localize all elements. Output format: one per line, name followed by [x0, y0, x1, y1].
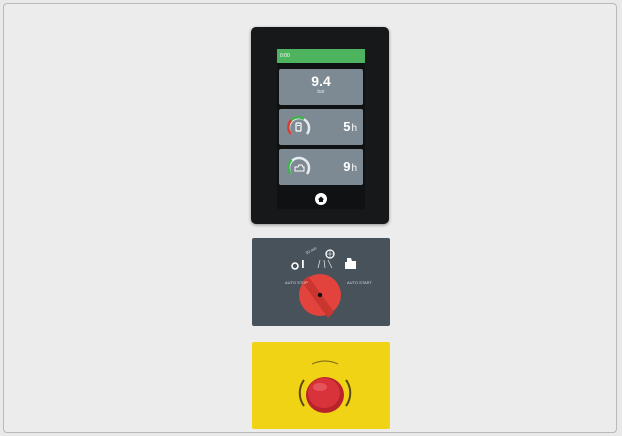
pressure-unit: bar	[317, 89, 325, 95]
home-icon	[315, 193, 327, 205]
emergency-stop-graphic	[298, 360, 352, 413]
emergency-stop-button	[308, 378, 340, 408]
off-icon	[291, 262, 299, 270]
status-bar: 0:00	[277, 49, 365, 63]
service-gauge-icon	[287, 156, 311, 175]
service-tile[interactable]: 9h	[279, 149, 363, 185]
engine-icon	[345, 258, 356, 269]
selector-label-auto-stop: AUTO STOP	[285, 280, 308, 285]
hmi-screen: 0:00 9.4 bar 5h 9h	[277, 49, 365, 209]
service-hours: 9h	[343, 159, 357, 174]
fuel-tile[interactable]: 5h	[279, 109, 363, 145]
selector-switch-panel: 30 min AUTO STOP AUTO START	[252, 238, 390, 326]
hmi-display: 0:00 9.4 bar 5h 9h	[251, 27, 389, 224]
fuel-hours: 5h	[343, 119, 357, 134]
pressure-value: 9.4	[311, 73, 331, 89]
pressure-tile[interactable]: 9.4 bar	[279, 69, 363, 105]
fuel-gauge-icon	[287, 116, 311, 135]
emergency-stop-panel	[252, 342, 390, 429]
selector-label-auto-start: AUTO START	[347, 280, 372, 285]
home-button[interactable]	[277, 189, 365, 209]
fuel-icon	[295, 122, 302, 132]
on-icon	[302, 260, 304, 268]
engine-service-icon	[294, 164, 305, 172]
